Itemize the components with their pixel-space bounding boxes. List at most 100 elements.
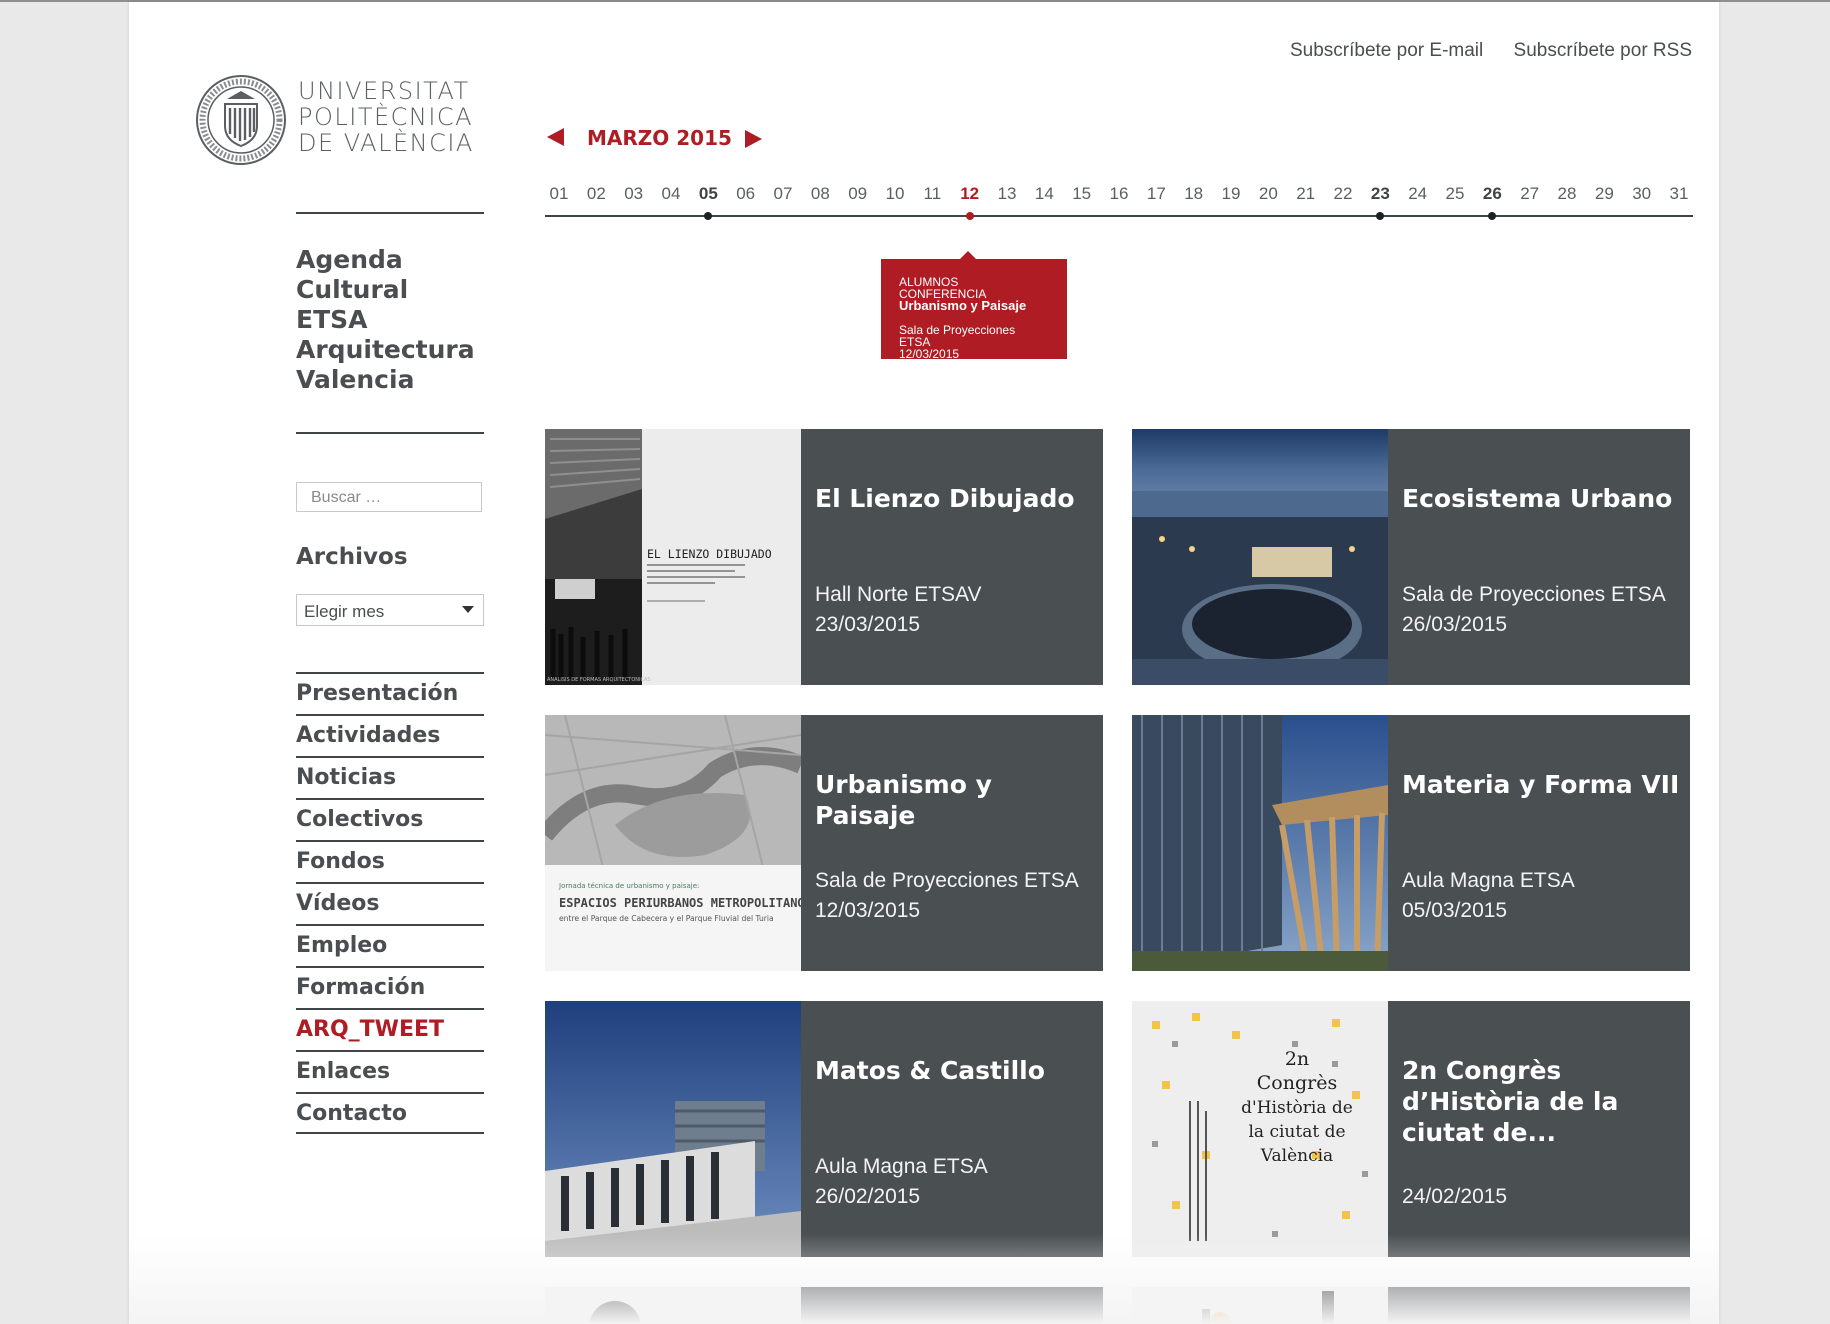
calendar-day: 22 <box>1333 184 1353 203</box>
calendar-day[interactable]: 12 <box>951 184 988 204</box>
subscribe-email-link[interactable]: Subscríbete por E-mail <box>1290 40 1483 61</box>
tooltip-date: 12/03/2015 <box>899 347 960 361</box>
event-date: 26/02/2015 <box>815 1185 921 1208</box>
calendar-day: 27 <box>1520 184 1540 203</box>
menu-item-noticias[interactable]: Noticias <box>296 756 484 798</box>
poster-title: EL LIENZO DIBUJADO <box>647 547 772 561</box>
agenda-title-line: Cultural <box>296 275 409 304</box>
calendar-day: 25 <box>1445 184 1465 203</box>
calendar-day: 28 <box>1557 184 1577 203</box>
event-date: 26/03/2015 <box>1402 613 1508 636</box>
agenda-title[interactable]: Agenda Cultural ETSA Arquitectura Valenc… <box>296 245 484 395</box>
calendar-day: 20 <box>1258 184 1278 203</box>
calendar-day: 31 <box>1669 184 1689 203</box>
event-title[interactable]: Matos & Castillo <box>815 1055 1099 1086</box>
upv-logo[interactable]: UNIVERSITAT POLITÈCNICA DE VALÈNCIA <box>195 74 495 166</box>
menu-item-presentacion[interactable]: Presentación <box>296 672 484 714</box>
previous-month-icon[interactable] <box>547 128 564 146</box>
calendar-day: 08 <box>810 184 830 203</box>
month-select[interactable]: Elegir mes <box>296 594 484 626</box>
menu-item-fondos[interactable]: Fondos <box>296 840 484 882</box>
event-place: Sala de Proyecciones ETSA <box>815 869 1079 892</box>
event-card[interactable]: Materia y Forma VII Aula Magna ETSA 05/0… <box>1132 715 1690 971</box>
event-card[interactable]: EL LIENZO DIBUJADO ANALISIS DE FORMAS AR… <box>545 429 1103 685</box>
event-image: Jornada técnica de urbanismo y paisaje: … <box>545 715 801 971</box>
calendar-day[interactable]: 05 <box>690 184 727 204</box>
poster-line: València <box>1260 1146 1333 1166</box>
subscribe-links: Subscríbete por E-mail Subscríbete por R… <box>1265 40 1692 62</box>
calendar-day: 11 <box>923 184 942 203</box>
next-month-icon[interactable] <box>745 130 762 148</box>
calendar-day[interactable]: 26 <box>1474 184 1511 204</box>
search-input[interactable]: Buscar … <box>296 482 482 512</box>
poster-line: d'Història de <box>1241 1098 1353 1118</box>
university-name: UNIVERSITAT POLITÈCNICA DE VALÈNCIA <box>298 78 474 156</box>
event-image <box>545 1001 801 1257</box>
calendar-month-label: MARZO 2015 <box>587 126 732 150</box>
menu-item-videos[interactable]: Vídeos <box>296 882 484 924</box>
event-date: 24/02/2015 <box>1402 1185 1508 1208</box>
event-card[interactable] <box>545 1287 1103 1324</box>
agenda-title-line: Valencia <box>296 365 415 394</box>
menu-item-enlaces[interactable]: Enlaces <box>296 1050 484 1092</box>
subscribe-rss-link[interactable]: Subscríbete por RSS <box>1514 40 1692 61</box>
event-day-marker[interactable] <box>1376 212 1385 220</box>
event-title[interactable]: Ecosistema Urbano <box>1402 483 1686 514</box>
event-card[interactable]: Jornada técnica de urbanismo y paisaje: … <box>545 715 1103 971</box>
logo-line-3: DE VALÈNCIA <box>298 129 474 157</box>
agenda-title-line: Arquitectura <box>296 335 475 364</box>
event-title[interactable]: Materia y Forma VII <box>1402 769 1686 800</box>
event-date: 05/03/2015 <box>1402 899 1508 922</box>
event-title[interactable]: 2n Congrès d’Història de la ciutat de... <box>1402 1055 1686 1148</box>
event-title[interactable]: El Lienzo Dibujado <box>815 483 1099 514</box>
event-day-marker[interactable] <box>704 212 713 220</box>
page-container: Subscríbete por E-mail Subscríbete por R… <box>129 2 1719 1324</box>
calendar-day: 30 <box>1632 184 1652 203</box>
calendar-day: 16 <box>1109 184 1129 203</box>
calendar-day: 21 <box>1296 184 1316 203</box>
tooltip-category: ALUMNOS CONFERENCIA <box>899 275 987 301</box>
menu-item-arq-tweet[interactable]: ARQ_TWEET <box>296 1008 484 1050</box>
poster-line-1: Jornada técnica de urbanismo y paisaje: <box>558 882 699 890</box>
event-image: EL LIENZO DIBUJADO ANALISIS DE FORMAS AR… <box>545 429 801 685</box>
poster-line: la ciutat de <box>1248 1122 1345 1142</box>
event-card[interactable]: 2n Congrès d'Història de la ciutat de Va… <box>1132 1001 1690 1257</box>
event-place: Aula Magna ETSA <box>1402 869 1575 892</box>
event-date: 23/03/2015 <box>815 613 921 636</box>
calendar-day: 09 <box>848 184 868 203</box>
event-card[interactable]: Ecosistema Urbano Sala de Proyecciones E… <box>1132 429 1690 685</box>
menu-item-formacion[interactable]: Formación <box>296 966 484 1008</box>
calendar-day: 14 <box>1034 184 1054 203</box>
event-image <box>1132 429 1388 685</box>
event-place: Sala de Proyecciones ETSA <box>1402 583 1666 606</box>
menu-item-colectivos[interactable]: Colectivos <box>296 798 484 840</box>
sidebar-rule-bottom <box>296 432 484 434</box>
calendar-day: 24 <box>1408 184 1428 203</box>
event-card[interactable] <box>1132 1287 1690 1324</box>
sidebar-rule-top <box>296 212 484 214</box>
month-select-value: Elegir mes <box>304 602 385 621</box>
main-menu: Presentación Actividades Noticias Colect… <box>296 672 484 1134</box>
chevron-down-icon <box>462 606 474 613</box>
event-card[interactable]: Matos & Castillo Aula Magna ETSA 26/02/2… <box>545 1001 1103 1257</box>
event-image <box>545 1287 801 1324</box>
calendar-timeline <box>545 212 1693 220</box>
calendar-day: 10 <box>885 184 905 203</box>
poster-line-3: entre el Parque de Cabecera y el Parque … <box>559 914 774 923</box>
event-day-marker[interactable] <box>965 212 974 220</box>
event-image <box>1132 1287 1388 1324</box>
archives-heading: Archivos <box>296 544 408 570</box>
poster-line: Congrès <box>1257 1072 1337 1094</box>
calendar-day[interactable]: 23 <box>1362 184 1399 204</box>
agenda-title-line: ETSA <box>296 305 368 334</box>
calendar-day: 04 <box>661 184 681 203</box>
event-title[interactable]: Urbanismo y Paisaje <box>815 769 1099 831</box>
menu-item-actividades[interactable]: Actividades <box>296 714 484 756</box>
menu-item-empleo[interactable]: Empleo <box>296 924 484 966</box>
calendar-days: 01 02 03 04 05 06 07 08 09 10 11 12 13 14 15 16 17 18 19 20… <box>545 184 1693 216</box>
menu-item-contacto[interactable]: Contacto <box>296 1092 484 1134</box>
poster-subtitle: ANALISIS DE FORMAS ARQUITECTONICAS <box>547 677 651 683</box>
event-image: 2n Congrès d'Història de la ciutat de Va… <box>1132 1001 1388 1257</box>
event-tooltip[interactable]: ALUMNOS CONFERENCIA Urbanismo y Paisaje … <box>881 251 1067 361</box>
event-day-marker[interactable] <box>1488 212 1497 220</box>
